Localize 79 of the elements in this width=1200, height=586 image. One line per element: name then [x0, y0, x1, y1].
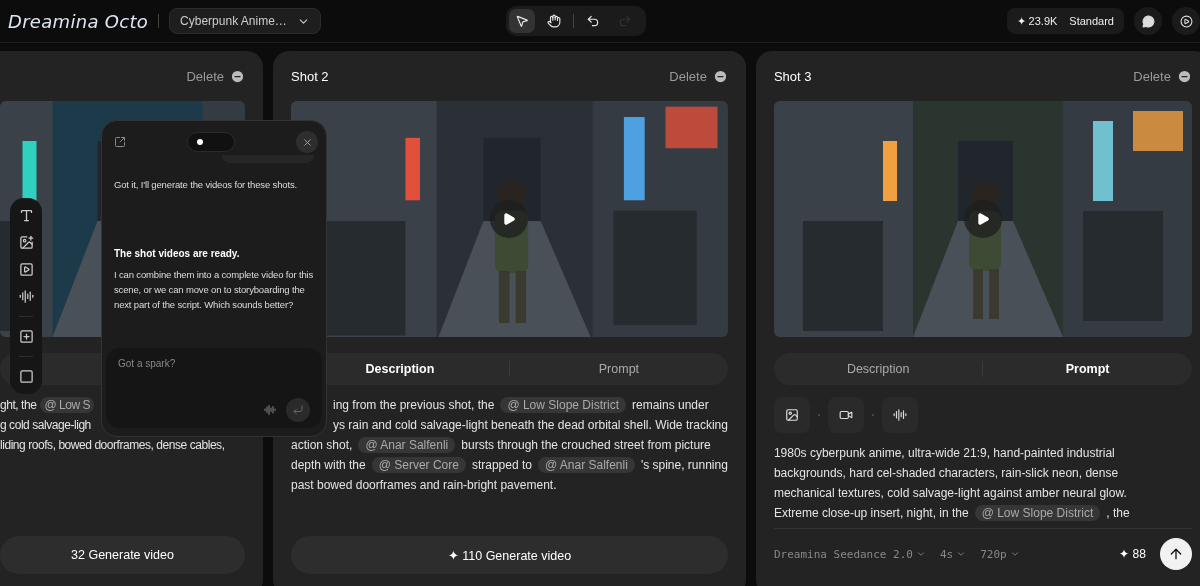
credit-balance: ✦ 23.9K [1016, 14, 1058, 28]
logo: Dreamina Octo [8, 10, 149, 32]
play-button[interactable] [1172, 7, 1200, 35]
pop-out-icon [114, 136, 126, 148]
audio-icon [892, 408, 907, 422]
hand-icon [547, 14, 562, 28]
description-line: g cold salvage-ligh [0, 417, 92, 434]
pointer-icon [515, 14, 530, 28]
delete-button[interactable]: Delete [186, 68, 245, 84]
drag-handle[interactable] [187, 132, 235, 152]
chat-button[interactable] [1134, 7, 1162, 35]
description-line: action shot, @ Anar Salfenli bursts through the crouched street from picture [291, 436, 712, 455]
frame-icon [18, 369, 34, 384]
tab[interactable]: Description [773, 353, 983, 385]
shot-title: Shot 2 [291, 68, 329, 84]
minus-icon [230, 68, 245, 84]
description-line: mechanical textures, cold salvage-light against amber neural glow. [773, 485, 1128, 502]
video-button[interactable] [827, 397, 864, 433]
play-icon [975, 212, 990, 226]
play-icon [502, 212, 517, 226]
chat-message: Got it, I'll generate the videos for these shots. [114, 178, 298, 192]
description-line: Extreme close-up insert, night, in the @ Low Slope District , the [773, 504, 1131, 523]
project-dropdown[interactable]: Cyberpunk Anime… [169, 8, 321, 34]
enter-icon [292, 404, 304, 416]
frame-tool[interactable] [18, 369, 34, 384]
description-line: depth with the @ Server Core strapped to @ Anar Salfenli 's spine, running [291, 456, 728, 475]
image-icon [784, 408, 799, 422]
mention-chip[interactable]: @ Anar Salfenli [537, 457, 635, 473]
mention-chip[interactable]: @ Low Slope District [500, 397, 626, 413]
play-circle-icon [1179, 14, 1193, 28]
option-dropdown[interactable]: 4s [940, 547, 967, 561]
description-line: past bowed doorframes and rain-bright pavement. [291, 477, 558, 494]
chevron-down-icon [956, 549, 967, 559]
close-button[interactable] [296, 131, 318, 153]
plan-pill[interactable]: ✦ 23.9K Standard [1006, 8, 1124, 34]
send-button[interactable] [1159, 538, 1192, 570]
description-line: 1980s cyberpunk anime, ultra-wide 21:9, hand-painted industrial [773, 445, 1116, 462]
text-tool[interactable] [18, 208, 34, 223]
mention-chip[interactable]: @ Anar Salfenli [358, 437, 456, 453]
generate-video-button[interactable]: ✦ 110 Generate video [291, 536, 728, 574]
mention-chip[interactable]: @ Server Core [371, 457, 466, 473]
tab[interactable]: Prompt [509, 353, 728, 385]
chevron-down-icon [1009, 549, 1020, 559]
description-line: backgrounds, hard cel-shaded characters, rain-slick neon, dense [773, 465, 1120, 482]
tab[interactable]: Prompt [983, 353, 1192, 385]
description-line: liding roofs, bowed doorframes, dense cables, [0, 437, 226, 454]
option-dropdown[interactable]: 720p [980, 547, 1020, 561]
add-icon [18, 329, 34, 344]
video-camera-icon [838, 408, 853, 422]
add-tool[interactable] [18, 329, 34, 344]
minus-icon [712, 68, 728, 84]
select-button[interactable] [509, 9, 536, 33]
generate-video-button[interactable]: 32 Generate video [0, 536, 245, 574]
video-icon [18, 262, 34, 277]
close-icon [301, 136, 313, 148]
mention-chip[interactable]: @ Low Slope District [974, 505, 1101, 521]
pop-out-button[interactable] [114, 136, 126, 148]
minus-icon [1176, 68, 1192, 84]
audio-tool[interactable] [18, 289, 34, 304]
text-icon [18, 208, 34, 223]
plan-label: Standard [1069, 15, 1114, 27]
shot-title: Shot 3 [773, 68, 812, 84]
image-plus-icon [18, 235, 34, 250]
credit-cost: ✦ 88 [1119, 547, 1146, 561]
delete-button[interactable]: Delete [1133, 68, 1192, 84]
image-tool[interactable] [18, 235, 34, 250]
chevron-down-icon [916, 549, 926, 559]
chat-message: I can combine them into a complete video for this scene, or we can move on to storyboarding the next part of the script. Which sounds better? [114, 268, 315, 312]
chat-bubble-icon [1141, 14, 1155, 28]
description-line: ys rain and cold salvage-light beneath the dead orbital shell. Wide tracking [332, 417, 728, 434]
image-button[interactable] [773, 397, 810, 433]
audio-icon [264, 404, 276, 416]
delete-button[interactable]: Delete [669, 68, 728, 84]
video-tool[interactable] [18, 262, 34, 277]
audio-icon [18, 289, 34, 304]
mention-chip[interactable]: @ Low S [40, 397, 95, 413]
audio-button[interactable] [881, 397, 918, 433]
message-title: The shot videos are ready. [114, 248, 241, 259]
option-dropdown[interactable]: Dreamina Seedance 2.0 [773, 547, 926, 561]
